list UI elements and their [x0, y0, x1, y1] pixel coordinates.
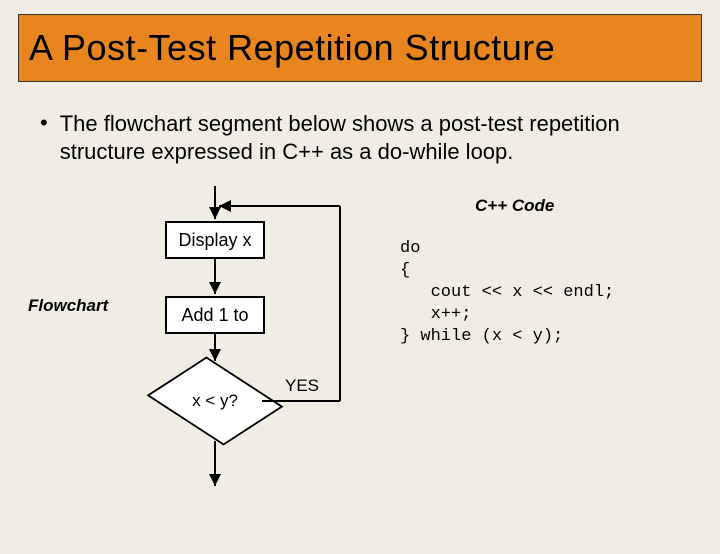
box-display-text: Display x — [178, 230, 251, 251]
page-title: A Post-Test Repetition Structure — [29, 27, 691, 69]
flowchart-decision: x < y? — [170, 366, 260, 436]
diagram-area: Flowchart C++ Code Display x Add 1 to x … — [0, 166, 720, 496]
bullet-dot: • — [40, 110, 48, 136]
bullet-text: The flowchart segment below shows a post… — [60, 110, 680, 166]
yes-label: YES — [285, 376, 319, 396]
flowchart-box-add: Add 1 to — [165, 296, 265, 334]
bullet-item: • The flowchart segment below shows a po… — [40, 110, 680, 166]
box-add-text: Add 1 to — [181, 305, 248, 326]
code-label: C++ Code — [475, 196, 554, 216]
code-block: do { cout << x << endl; x++; } while (x … — [400, 238, 614, 348]
bullet-area: • The flowchart segment below shows a po… — [40, 110, 680, 166]
title-bar: A Post-Test Repetition Structure — [18, 14, 702, 82]
flowchart-box-display: Display x — [165, 221, 265, 259]
decision-text: x < y? — [170, 366, 260, 436]
flowchart-label: Flowchart — [28, 296, 108, 316]
